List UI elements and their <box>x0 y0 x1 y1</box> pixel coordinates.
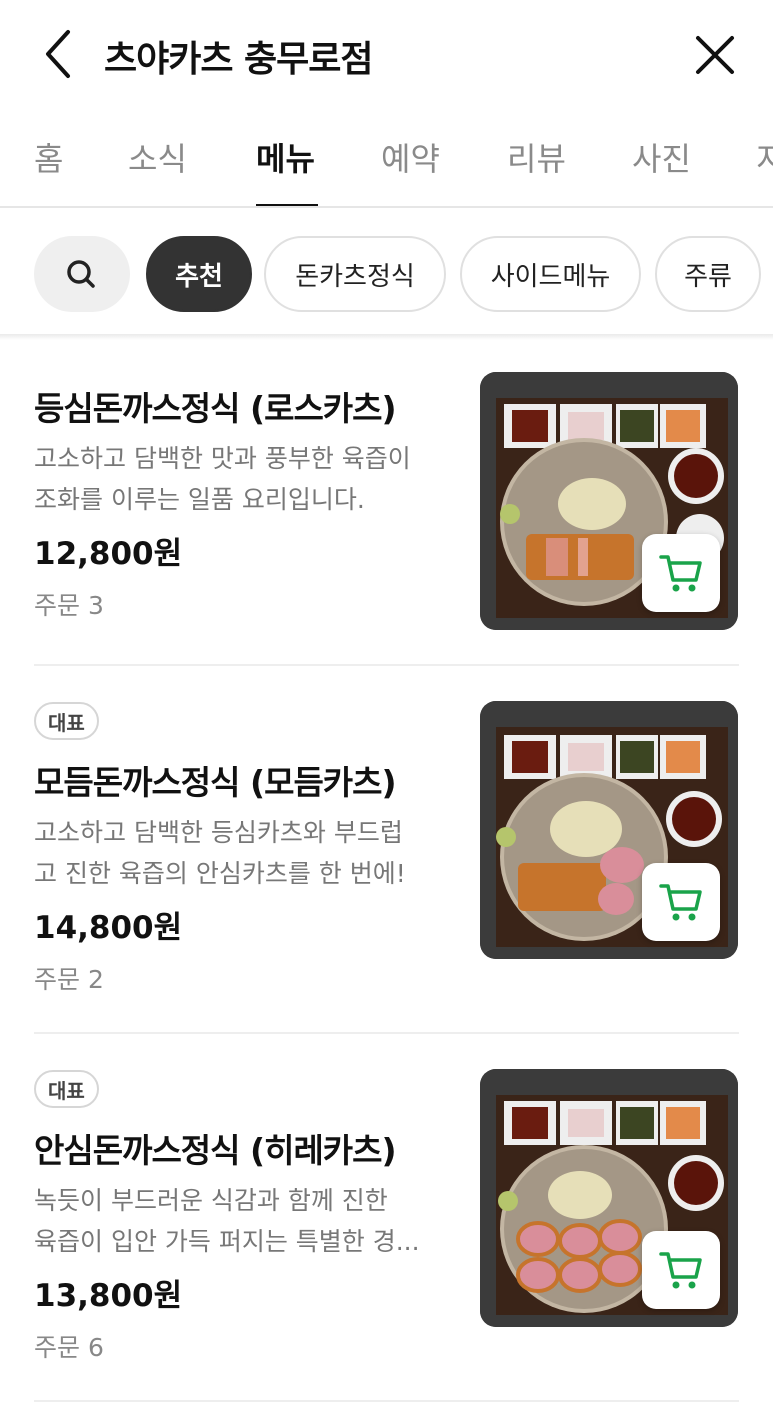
back-button[interactable] <box>38 28 82 80</box>
chip-recommended[interactable]: 추천 <box>146 236 252 312</box>
signature-badge: 대표 <box>34 702 99 740</box>
add-to-cart-button[interactable] <box>642 1231 720 1309</box>
page-title: 츠야카츠 충무로점 <box>104 39 373 80</box>
tab-bar: 홈 소식 메뉴 예약 리뷰 사진 지 <box>0 108 773 208</box>
tab-news[interactable]: 소식 <box>128 134 187 180</box>
menu-item[interactable]: 대표 안심돈까스정식 (히레카츠) 녹듯이 부드러운 식감과 함께 진한 육즙이… <box>34 1068 739 1378</box>
tab-photos[interactable]: 사진 <box>632 134 691 180</box>
category-filter-bar: 추천 돈카츠정식 사이드메뉴 주류 <box>0 208 773 338</box>
tab-reservation[interactable]: 예약 <box>381 134 440 180</box>
menu-item-description: 고소하고 담백한 맛과 풍부한 육즙이 조화를 이루는 일품 요리입니다. <box>34 438 444 520</box>
close-icon <box>696 36 734 74</box>
menu-item-name: 모듬돈까스정식 (모듬카츠) <box>34 763 397 802</box>
tab-reviews[interactable]: 리뷰 <box>507 134 566 180</box>
menu-item-order-count: 주문 3 <box>34 591 104 620</box>
menu-item-name: 등심돈까스정식 (로스카츠) <box>34 389 397 428</box>
menu-item-photo[interactable] <box>480 701 738 959</box>
tab-home[interactable]: 홈 <box>34 134 63 180</box>
menu-item-description-line: 육즙이 입안 가득 퍼지는 특별한 경... <box>34 1227 420 1256</box>
header-bar: 츠야카츠 충무로점 <box>0 0 773 108</box>
menu-item-order-count: 주문 6 <box>34 1333 104 1362</box>
menu-item-description: 고소하고 담백한 등심카츠와 부드럽 고 진한 육즙의 안심카츠를 한 번에! <box>34 812 444 894</box>
add-to-cart-button[interactable] <box>642 863 720 941</box>
cart-icon <box>659 1252 702 1289</box>
tab-menu[interactable]: 메뉴 <box>256 134 315 180</box>
menu-item-price: 13,800원 <box>34 1278 183 1314</box>
menu-item-name: 안심돈까스정식 (히레카츠) <box>34 1131 397 1170</box>
menu-item-description-line: 녹듯이 부드러운 식감과 함께 진한 <box>34 1186 388 1215</box>
search-icon <box>67 260 95 288</box>
cart-icon <box>659 884 702 921</box>
menu-item-photo[interactable] <box>480 1069 738 1327</box>
menu-item-description-line: 고소하고 담백한 맛과 풍부한 육즙이 <box>34 444 411 473</box>
menu-item-photo[interactable] <box>480 372 738 630</box>
menu-item[interactable]: 등심돈까스정식 (로스카츠) 고소하고 담백한 맛과 풍부한 육즙이 조화를 이… <box>34 372 739 642</box>
chip-side-menu[interactable]: 사이드메뉴 <box>460 236 641 312</box>
chip-liquor[interactable]: 주류 <box>655 236 761 312</box>
filter-bar-shadow <box>0 334 773 340</box>
signature-badge: 대표 <box>34 1070 99 1108</box>
menu-item-description-line: 조화를 이루는 일품 요리입니다. <box>34 485 365 514</box>
menu-item-order-count: 주문 2 <box>34 965 104 994</box>
menu-item-description-line: 고소하고 담백한 등심카츠와 부드럽 <box>34 818 403 847</box>
menu-item[interactable]: 대표 모듬돈까스정식 (모듬카츠) 고소하고 담백한 등심카츠와 부드럽 고 진… <box>34 700 739 1010</box>
menu-item-price: 12,800원 <box>34 536 183 572</box>
cart-icon <box>659 555 702 592</box>
chip-donkatsu-set[interactable]: 돈카츠정식 <box>264 236 446 312</box>
menu-item-description: 녹듯이 부드러운 식감과 함께 진한 육즙이 입안 가득 퍼지는 특별한 경..… <box>34 1180 444 1262</box>
menu-item-price: 14,800원 <box>34 910 183 946</box>
menu-divider <box>34 664 739 666</box>
menu-search-button[interactable] <box>34 236 130 312</box>
menu-item-description-line: 고 진한 육즙의 안심카츠를 한 번에! <box>34 859 406 888</box>
menu-divider <box>34 1032 739 1034</box>
tab-map[interactable]: 지 <box>756 134 773 180</box>
chevron-left-icon <box>46 30 70 78</box>
menu-divider <box>34 1400 739 1402</box>
add-to-cart-button[interactable] <box>642 534 720 612</box>
close-button[interactable] <box>690 30 740 80</box>
